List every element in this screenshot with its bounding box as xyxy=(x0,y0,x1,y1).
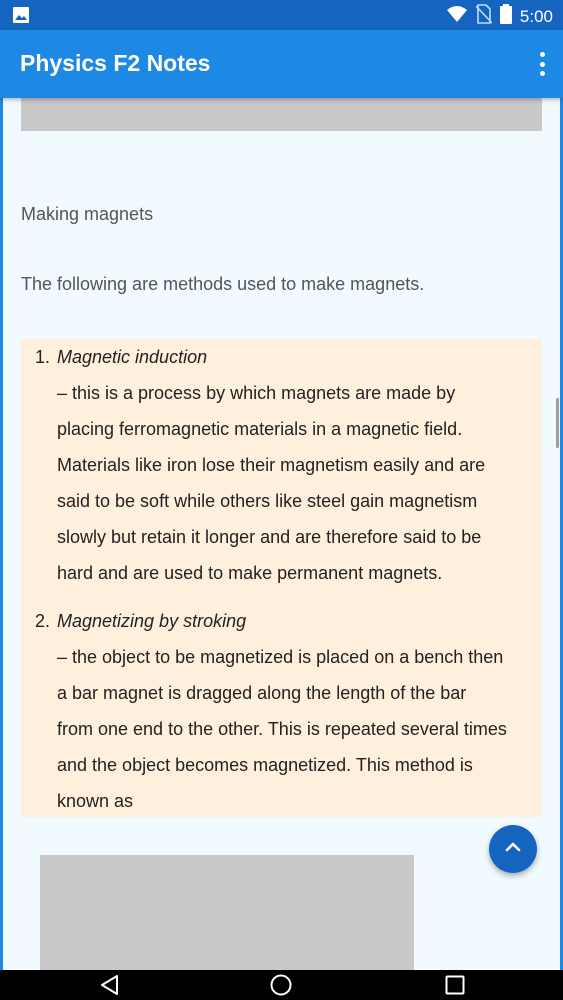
recents-icon[interactable] xyxy=(443,973,467,1000)
method-line: hard and are used to make permanent magn… xyxy=(57,563,443,583)
back-icon[interactable] xyxy=(98,973,122,1000)
wifi-icon xyxy=(446,5,468,28)
list-item-number: 1. xyxy=(35,347,51,367)
navigation-bar xyxy=(0,970,563,1000)
ad-banner-bottom[interactable] xyxy=(40,855,414,970)
app-title: Physics F2 Notes xyxy=(20,50,211,76)
method-line: said to be soft while others like steel … xyxy=(57,491,478,511)
overflow-menu-icon[interactable] xyxy=(537,52,547,76)
method-line: a bar magnet is dragged along the length… xyxy=(57,683,467,703)
intro-paragraph: The following are methods used to make m… xyxy=(21,274,425,294)
no-sim-icon xyxy=(475,4,493,29)
method-line: – this is a process by which magnets are… xyxy=(57,383,456,403)
method-line: from one end to the other. This is repea… xyxy=(57,719,507,739)
article-content[interactable]: Making magnets The following are methods… xyxy=(0,98,563,970)
status-time: 5:00 xyxy=(519,6,553,26)
scroll-to-top-button[interactable] xyxy=(489,825,537,873)
image-icon xyxy=(12,6,30,29)
method-line: slowly but retain it longer and are ther… xyxy=(57,527,482,547)
method-line: known as xyxy=(57,791,134,811)
methods-list: 1. Magnetic induction – this is a proces… xyxy=(21,339,542,817)
app-bar: Physics F2 Notes xyxy=(0,30,563,98)
list-item-number: 2. xyxy=(35,611,51,631)
list-item: 2. Magnetizing by stroking – the object … xyxy=(35,603,538,819)
section-heading: Making magnets xyxy=(21,204,154,224)
battery-icon xyxy=(499,4,512,29)
method-line: placing ferromagnetic materials in a mag… xyxy=(57,419,463,439)
method-line: – the object to be magnetized is placed … xyxy=(57,647,504,667)
ad-banner-top[interactable] xyxy=(21,98,542,131)
method-name: Magnetic induction xyxy=(57,347,208,367)
scrollbar[interactable] xyxy=(556,398,559,448)
list-item: 1. Magnetic induction – this is a proces… xyxy=(35,339,538,591)
chevron-up-icon xyxy=(504,840,522,858)
method-line: and the object becomes magnetized. This … xyxy=(57,755,473,775)
home-icon[interactable] xyxy=(269,973,293,1000)
method-name: Magnetizing by stroking xyxy=(57,611,247,631)
method-line: Materials like iron lose their magnetism… xyxy=(57,455,486,475)
status-bar: 5:00 xyxy=(0,0,563,30)
